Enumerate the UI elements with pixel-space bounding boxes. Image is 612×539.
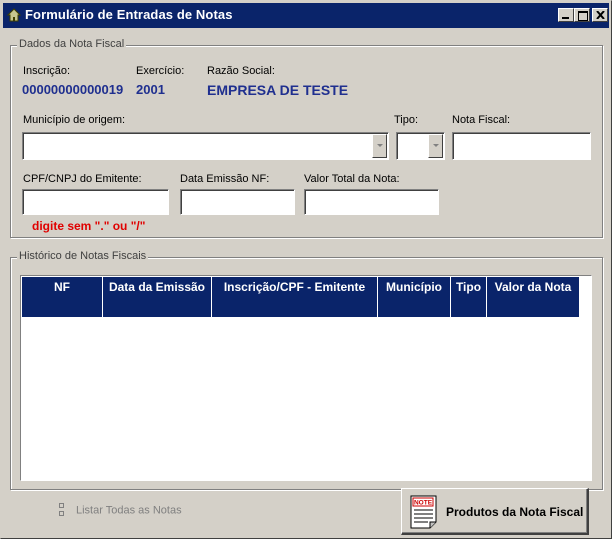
table-cell [212, 298, 378, 317]
format-hint: digite sem "." ou "/" [32, 219, 146, 233]
listar-todas-checkbox[interactable]: Listar Todas as Notas [59, 503, 182, 517]
table-cell [451, 298, 487, 317]
house-icon [7, 8, 21, 22]
valor-total-label: Valor Total da Nota: [304, 173, 400, 185]
close-button[interactable] [592, 8, 608, 22]
historico-legend: Histórico de Notas Fiscais [17, 250, 149, 262]
table-cell [487, 298, 580, 317]
notas-grid[interactable]: NF Data da Emissão Inscrição/CPF - Emite… [20, 275, 592, 481]
column-header-valor-nota[interactable]: Valor da Nota [487, 277, 580, 298]
column-header-tipo[interactable]: Tipo [451, 277, 487, 298]
dados-legend: Dados da Nota Fiscal [17, 38, 127, 50]
cpf-cnpj-input[interactable] [22, 189, 169, 215]
column-header-nf[interactable]: NF [22, 277, 103, 298]
main-window: Formulário de Entradas de Notas Dados da… [0, 0, 612, 539]
municipio-combobox[interactable] [22, 132, 389, 160]
column-header-municipio[interactable]: Município [378, 277, 451, 298]
razao-social-value: EMPRESA DE TESTE [207, 82, 349, 98]
column-header-inscricao-cpf[interactable]: Inscrição/CPF - Emitente [212, 277, 378, 298]
checkbox-icon [59, 503, 64, 516]
inscricao-label: Inscrição: [23, 65, 71, 77]
produtos-nota-fiscal-button[interactable]: NOTE Produtos da Nota Fiscal [401, 488, 589, 535]
nota-fiscal-input[interactable] [452, 132, 591, 160]
razao-social-label: Razão Social: [207, 65, 275, 77]
listar-todas-label: Listar Todas as Notas [76, 504, 182, 517]
maximize-button[interactable] [574, 8, 590, 22]
produtos-button-label: Produtos da Nota Fiscal [446, 505, 584, 519]
exercicio-label: Exercício: [136, 65, 185, 77]
chevron-down-icon[interactable] [428, 134, 443, 158]
column-header-data-emissao[interactable]: Data da Emissão [103, 277, 212, 298]
title-bar[interactable]: Formulário de Entradas de Notas [3, 3, 609, 28]
table-cell [103, 298, 212, 317]
nota-fiscal-label: Nota Fiscal: [452, 114, 511, 126]
table-row[interactable] [22, 298, 580, 317]
municipio-label: Município de origem: [23, 114, 126, 126]
grid-header: NF Data da Emissão Inscrição/CPF - Emite… [22, 277, 580, 298]
chevron-down-icon[interactable] [372, 134, 387, 158]
data-emissao-label: Data Emissão NF: [180, 173, 270, 185]
window-title: Formulário de Entradas de Notas [25, 7, 233, 22]
tipo-combobox[interactable] [396, 132, 445, 160]
data-emissao-input[interactable] [180, 189, 295, 215]
tipo-label: Tipo: [394, 114, 419, 126]
cpf-cnpj-label: CPF/CNPJ do Emitente: [23, 173, 142, 185]
valor-total-input[interactable] [304, 189, 439, 215]
inscricao-value: 00000000000019 [22, 82, 124, 97]
table-cell [378, 298, 451, 317]
close-icon [596, 11, 605, 19]
minimize-button[interactable] [558, 8, 574, 22]
exercicio-value: 2001 [136, 82, 165, 97]
table-cell [22, 298, 103, 317]
note-document-icon: NOTE [410, 495, 437, 529]
svg-text:NOTE: NOTE [414, 500, 433, 507]
